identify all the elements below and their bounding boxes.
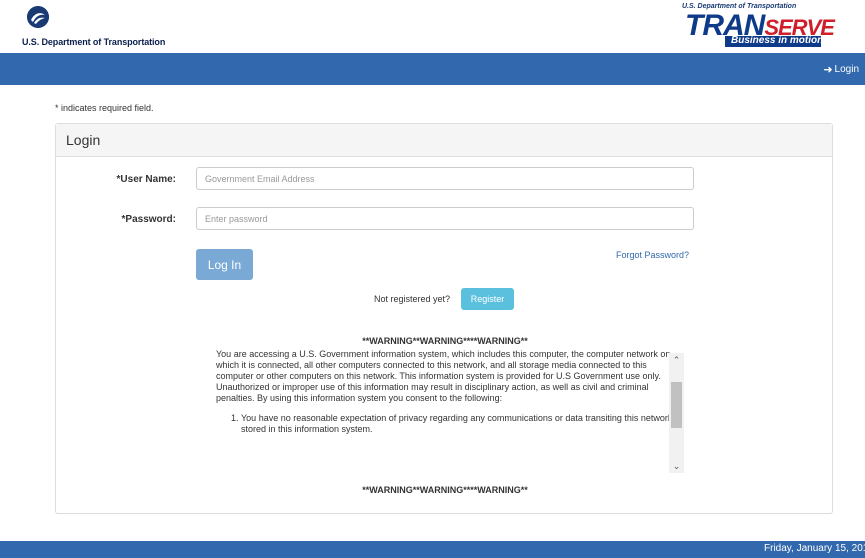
nav-bar: ➜ Login [0,53,865,85]
notice-item: You have no reasonable expectation of pr… [241,413,686,435]
password-label: *Password: [121,214,176,225]
footer-bar: Friday, January 15, 201 [0,541,865,558]
chevron-up-icon[interactable]: ⌃ [669,353,684,367]
panel-title: Login [56,124,832,157]
notice-scrollbar[interactable]: ⌃ ⌄ [669,353,684,473]
login-button[interactable]: Log In [196,249,253,280]
chevron-down-icon[interactable]: ⌄ [669,459,684,473]
site-header: U.S. Department of Transportation U.S. D… [0,0,865,53]
username-label: *User Name: [116,174,176,185]
notice-paragraph: You are accessing a U.S. Government info… [216,349,671,403]
warning-heading-bottom: **WARNING**WARNING****WARNING** [362,485,528,495]
footer-date: Friday, January 15, 201 [764,543,865,554]
username-input[interactable] [196,167,694,190]
required-field-note: * indicates required field. [55,103,154,113]
dot-seal-icon [27,6,49,28]
forgot-password-link[interactable]: Forgot Password? [616,250,689,260]
nav-login-link[interactable]: ➜ Login [823,63,859,76]
sign-in-icon: ➜ [823,64,833,76]
login-panel: Login *User Name: *Password: Log In Forg… [55,123,833,514]
not-registered-text: Not registered yet? [374,294,451,304]
agency-name: U.S. Department of Transportation [22,37,166,47]
register-button[interactable]: Register [461,288,514,310]
security-notice: You are accessing a U.S. Government info… [216,349,686,471]
warning-heading-top: **WARNING**WARNING****WARNING** [362,336,528,346]
transerve-tagline: Business in motion [731,35,824,46]
scrollbar-thumb[interactable] [671,382,682,428]
notice-list: You have no reasonable expectation of pr… [216,413,686,435]
transerve-logo: TRANSERVE Business in motion [685,10,835,48]
nav-login-label: Login [834,64,859,75]
password-input[interactable] [196,207,694,230]
